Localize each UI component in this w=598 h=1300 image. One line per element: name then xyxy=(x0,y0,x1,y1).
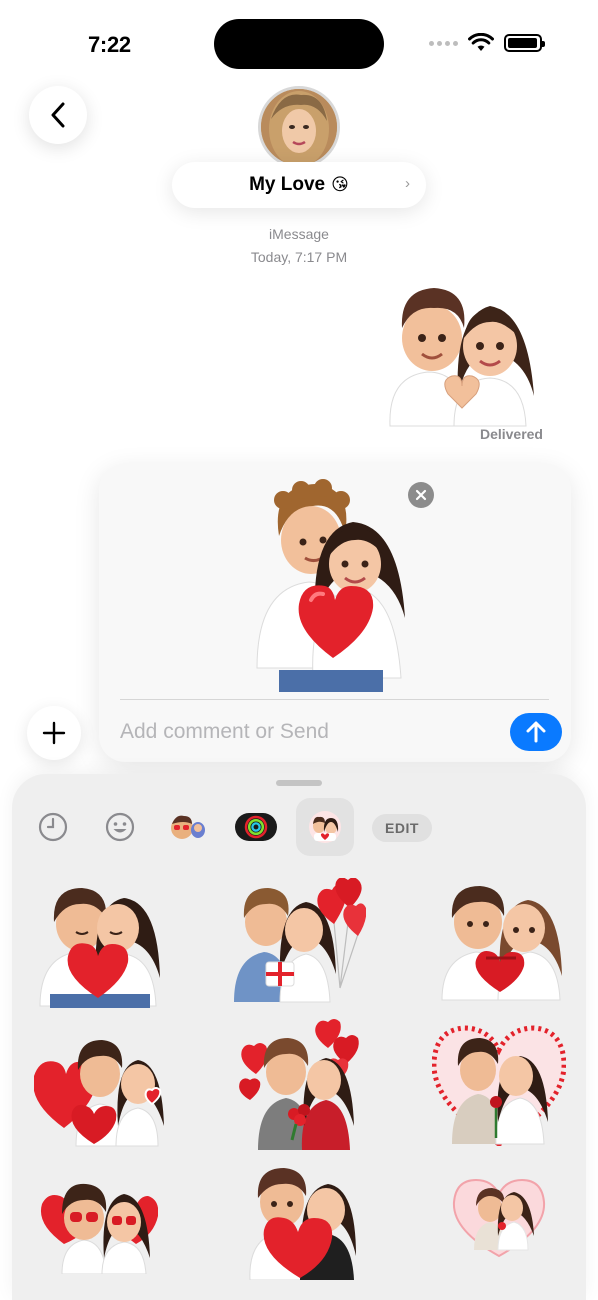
sticker-drawer: EDIT xyxy=(12,774,586,1300)
tab-recents[interactable] xyxy=(24,798,82,856)
status-indicators xyxy=(429,33,545,53)
sticker-couple-rose-heart-frame[interactable] xyxy=(432,1018,566,1146)
drawer-grabber[interactable] xyxy=(276,780,322,786)
clock-icon xyxy=(38,812,68,842)
compose-divider xyxy=(120,699,549,700)
sticker-couple-kiss-heart[interactable] xyxy=(36,882,160,1008)
send-button[interactable] xyxy=(510,713,562,751)
back-button[interactable] xyxy=(29,86,87,144)
sticker-couple-big-hearts[interactable] xyxy=(34,1028,164,1148)
memoji-pack-icon xyxy=(171,815,205,839)
sticker-couple-roses-balloons[interactable] xyxy=(234,1018,366,1152)
service-label: iMessage xyxy=(269,226,329,242)
contact-name-button[interactable]: My Love 😘 › xyxy=(172,162,426,208)
activity-rings-icon xyxy=(235,813,277,841)
status-time: 7:22 xyxy=(88,32,131,57)
delivery-status: Delivered xyxy=(479,426,543,442)
sticker-couple-heart-glasses[interactable] xyxy=(40,1174,158,1274)
plus-icon xyxy=(42,721,66,745)
tab-emoji[interactable] xyxy=(91,798,149,856)
staged-sticker-couple-hugging-heart[interactable] xyxy=(253,478,413,692)
sticker-tab-bar: EDIT xyxy=(12,798,586,858)
chevron-right-icon: › xyxy=(405,175,410,192)
sticker-couple-balloons-gift[interactable] xyxy=(230,878,366,1004)
contact-avatar[interactable] xyxy=(258,86,340,168)
tab-activity-pack[interactable] xyxy=(227,798,285,856)
edit-stickers-button[interactable]: EDIT xyxy=(372,814,432,842)
wifi-icon xyxy=(468,33,494,51)
conversation-timestamp: Today, 7:17 PM xyxy=(250,249,348,265)
add-attachment-button[interactable] xyxy=(27,706,81,760)
sticker-couple-gift-box[interactable] xyxy=(440,884,562,1002)
tab-couple-pack[interactable] xyxy=(296,798,354,856)
battery-icon xyxy=(504,34,545,52)
sticker-couple-hugging-big-heart[interactable] xyxy=(244,1166,356,1280)
sticker-couple-pink-heart-frame[interactable] xyxy=(452,1174,546,1258)
dynamic-island xyxy=(214,19,384,69)
couple-pack-icon xyxy=(309,811,341,843)
contact-name-emoji: 😘 xyxy=(331,175,349,194)
contact-name: My Love xyxy=(249,174,326,195)
smiley-icon xyxy=(105,812,135,842)
cellular-signal-icon xyxy=(429,40,458,46)
battery-level xyxy=(508,38,537,48)
tab-memoji-pack[interactable] xyxy=(159,798,217,856)
chevron-left-icon xyxy=(51,102,65,128)
sent-sticker-couple-heart-hands[interactable] xyxy=(378,276,546,428)
avatar-photo xyxy=(261,89,337,165)
message-input[interactable]: Add comment or Send xyxy=(120,720,329,744)
remove-sticker-button[interactable] xyxy=(408,482,434,508)
arrow-up-icon xyxy=(526,721,546,743)
close-icon xyxy=(415,489,427,501)
sticker-compose-card: Add comment or Send xyxy=(99,464,571,762)
